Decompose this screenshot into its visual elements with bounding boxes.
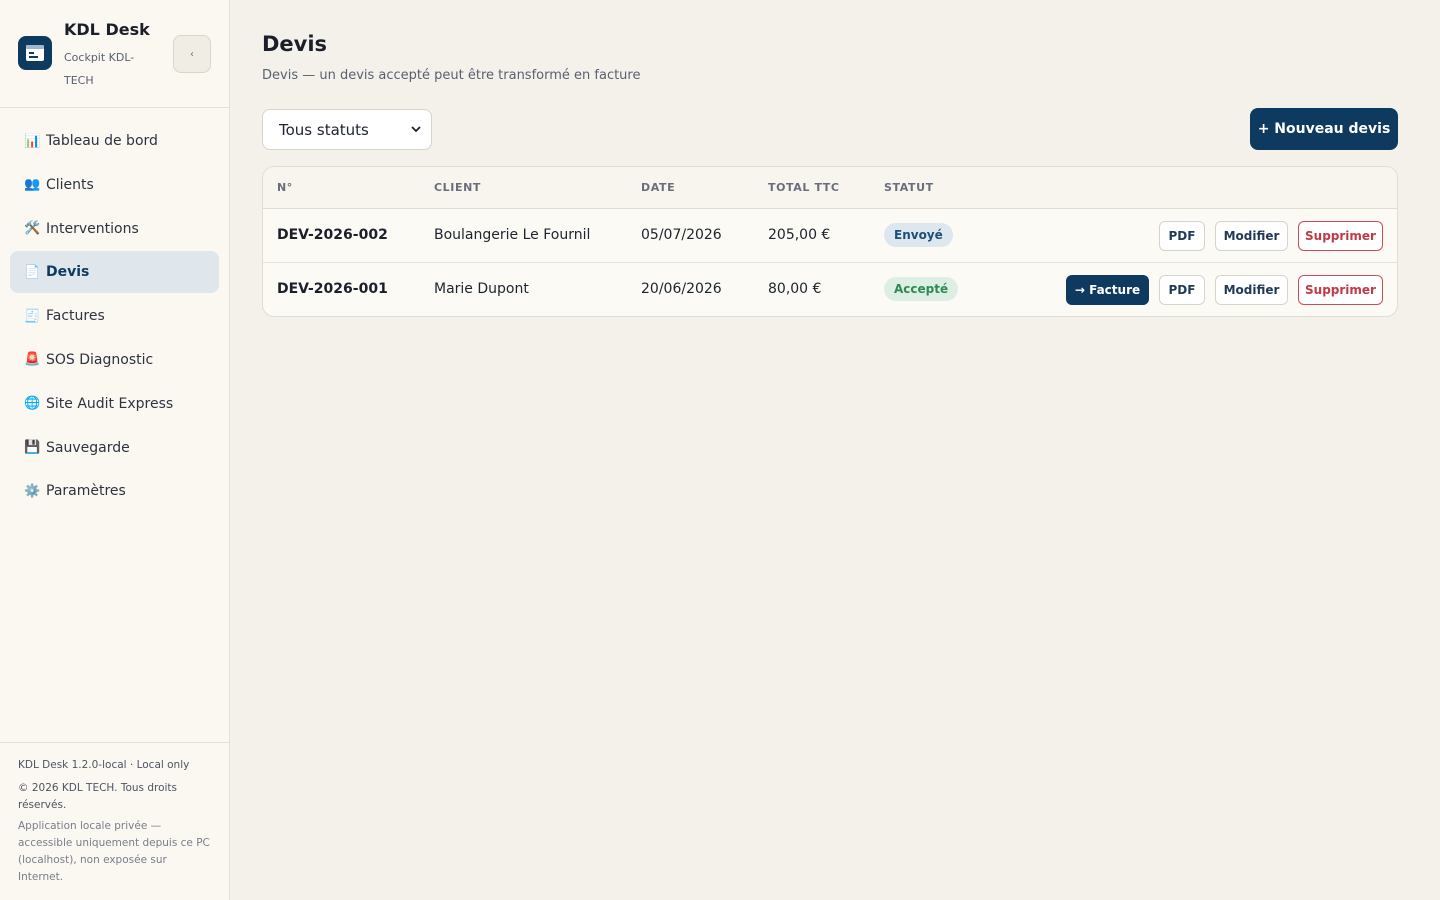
- app-logo-icon: [18, 36, 52, 70]
- convert-to-invoice-button[interactable]: → Facture: [1066, 275, 1149, 305]
- quote-number: DEV-2026-001: [277, 281, 388, 297]
- sidebar-item-label: SOS Diagnostic: [46, 351, 154, 368]
- receipt-icon: 🧾: [24, 308, 41, 324]
- page-subtitle: Devis — un devis accepté peut être trans…: [262, 68, 641, 83]
- new-quote-button[interactable]: + Nouveau devis: [1250, 108, 1398, 150]
- quotes-table: N° CLIENT DATE TOTAL TTC STATUT DEV-2026…: [262, 166, 1398, 317]
- column-header-client: CLIENT: [434, 181, 481, 194]
- table-row: DEV-2026-001 Marie Dupont 20/06/2026 80,…: [263, 263, 1397, 316]
- main-content: Devis Devis — un devis accepté peut être…: [230, 0, 1440, 900]
- sidebar-item-parametres[interactable]: ⚙️ Paramètres: [10, 470, 219, 512]
- sidebar-item-label: Paramètres: [46, 483, 126, 500]
- app-title: KDL Desk: [64, 20, 150, 39]
- delete-button[interactable]: Supprimer: [1298, 221, 1383, 251]
- sidebar-item-label: Factures: [46, 308, 105, 325]
- column-header-number: N°: [277, 181, 293, 194]
- pdf-button[interactable]: PDF: [1159, 221, 1205, 251]
- sidebar-item-label: Site Audit Express: [46, 395, 174, 412]
- quote-client: Marie Dupont: [434, 281, 529, 297]
- sidebar-item-label: Interventions: [46, 220, 139, 237]
- edit-button[interactable]: Modifier: [1215, 275, 1288, 305]
- page-title: Devis: [262, 32, 328, 56]
- chevron-left-icon: ‹: [190, 48, 194, 60]
- column-header-total: TOTAL TTC: [768, 181, 840, 194]
- table-row: DEV-2026-002 Boulangerie Le Fournil 05/0…: [263, 209, 1397, 263]
- sidebar-item-sos-diagnostic[interactable]: 🚨 SOS Diagnostic: [10, 339, 219, 381]
- chevron-down-icon: [411, 123, 421, 136]
- edit-button[interactable]: Modifier: [1215, 221, 1288, 251]
- sidebar-item-site-audit-express[interactable]: 🌐 Site Audit Express: [10, 383, 219, 425]
- sidebar-item-tableau-de-bord[interactable]: 📊 Tableau de bord: [10, 120, 219, 162]
- app-subtitle: Cockpit KDL-TECH: [64, 51, 135, 87]
- sidebar-item-clients[interactable]: 👥 Clients: [10, 164, 219, 206]
- sidebar-item-interventions[interactable]: 🛠️ Interventions: [10, 208, 219, 250]
- quote-date: 20/06/2026: [641, 281, 722, 297]
- quote-client: Boulangerie Le Fournil: [434, 227, 591, 243]
- column-header-status: STATUT: [884, 181, 934, 194]
- save-icon: 💾: [24, 440, 41, 456]
- sidebar-item-label: Devis: [46, 264, 90, 281]
- sidebar-item-devis[interactable]: 📄 Devis: [10, 251, 219, 294]
- status-filter-value: Tous statuts: [279, 120, 369, 139]
- quote-total: 80,00 €: [768, 281, 822, 297]
- quote-total: 205,00 €: [768, 227, 831, 243]
- column-header-date: DATE: [641, 181, 676, 194]
- document-icon: 📄: [24, 264, 41, 280]
- collapse-sidebar-button[interactable]: ‹: [173, 35, 211, 73]
- users-icon: 👥: [24, 177, 41, 193]
- status-badge: Accepté: [884, 277, 959, 301]
- table-header: N° CLIENT DATE TOTAL TTC STATUT: [263, 167, 1397, 209]
- chart-icon: 📊: [24, 133, 41, 149]
- globe-icon: 🌐: [24, 396, 41, 412]
- version-text: KDL Desk 1.2.0-local · Local only: [18, 759, 190, 771]
- siren-icon: 🚨: [24, 352, 41, 368]
- sidebar-item-label: Tableau de bord: [46, 133, 158, 149]
- status-filter-select[interactable]: Tous statuts: [262, 109, 432, 150]
- gear-icon: ⚙️: [24, 483, 41, 499]
- sidebar-item-sauvegarde[interactable]: 💾 Sauvegarde: [10, 427, 219, 469]
- privacy-notice: Application locale privée — accessible u…: [18, 820, 210, 883]
- sidebar-item-label: Sauvegarde: [46, 439, 130, 456]
- status-badge: Envoyé: [884, 223, 953, 247]
- sidebar-nav: 📊 Tableau de bord 👥 Clients 🛠️ Intervent…: [10, 120, 219, 514]
- copyright-text: © 2026 KDL TECH. Tous droits réservés.: [18, 782, 178, 811]
- pdf-button[interactable]: PDF: [1159, 275, 1205, 305]
- tools-icon: 🛠️: [24, 221, 41, 237]
- quote-number: DEV-2026-002: [277, 227, 388, 243]
- delete-button[interactable]: Supprimer: [1298, 275, 1383, 305]
- brand-header: KDL Desk Cockpit KDL-TECH ‹: [0, 0, 229, 108]
- sidebar: KDL Desk Cockpit KDL-TECH ‹ 📊 Tableau de…: [0, 0, 230, 900]
- sidebar-item-factures[interactable]: 🧾 Factures: [10, 295, 219, 337]
- sidebar-footer: KDL Desk 1.2.0-local · Local only © 2026…: [0, 742, 229, 900]
- sidebar-item-label: Clients: [46, 176, 94, 193]
- quote-date: 05/07/2026: [641, 227, 722, 243]
